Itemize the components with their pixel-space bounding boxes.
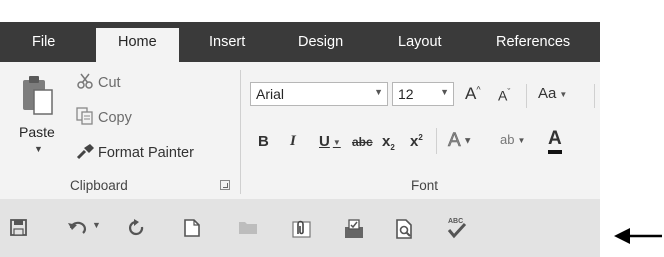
italic-button[interactable]: I <box>290 133 296 150</box>
tab-home[interactable]: Home <box>96 28 179 62</box>
font-size-select[interactable]: 12 ▼ <box>392 82 454 106</box>
word-window: File Home Insert Design Layout Reference… <box>0 0 600 257</box>
copy-icon <box>76 107 98 129</box>
paste-dropdown-icon: ▼ <box>34 144 43 154</box>
paste-icon <box>23 76 53 115</box>
scissors-icon <box>76 72 98 94</box>
paintbrush-icon <box>76 142 98 164</box>
font-name-select[interactable]: Arial ▼ <box>250 82 388 106</box>
tab-file[interactable]: File <box>32 34 55 50</box>
font-group-label: Font <box>411 178 439 193</box>
font-color-button[interactable]: A <box>548 128 562 154</box>
tab-references[interactable]: References <box>496 34 570 50</box>
svg-text:ABC: ABC <box>448 218 463 225</box>
open-folder-icon[interactable] <box>238 219 258 235</box>
print-preview-icon[interactable] <box>395 219 415 239</box>
group-divider <box>240 70 241 194</box>
quick-access-toolbar: ▼ ABC <box>0 199 600 257</box>
chevron-down-icon: ▼ <box>374 87 383 97</box>
tab-design[interactable]: Design <box>298 34 343 50</box>
copy-button[interactable]: Copy <box>76 107 132 129</box>
chevron-down-icon: ▼ <box>517 136 526 146</box>
ribbon-home: Paste ▼ Cut Copy Format Painter Clipboar… <box>0 62 600 199</box>
format-painter-label: Format Painter <box>98 144 194 161</box>
cut-label: Cut <box>98 74 121 91</box>
highlighter-icon: ab <box>500 132 515 147</box>
undo-icon[interactable] <box>67 219 89 237</box>
toolbar-divider <box>526 84 527 108</box>
chevron-down-icon: ▼ <box>440 87 449 97</box>
chevron-down-icon: ▼ <box>463 136 472 146</box>
grow-font-button[interactable]: A^ <box>465 84 481 104</box>
font-size-value: 12 <box>398 86 414 102</box>
ribbon-tab-bar: File Home Insert Design Layout Reference… <box>0 22 600 62</box>
subscript-button[interactable]: x2 <box>382 133 395 152</box>
chevron-down-icon: ▼ <box>332 137 341 147</box>
copy-label: Copy <box>98 109 132 126</box>
toolbar-divider <box>436 128 437 154</box>
tab-layout[interactable]: Layout <box>398 34 442 50</box>
underline-button[interactable]: U ▼ <box>319 133 341 150</box>
save-icon[interactable] <box>10 219 27 236</box>
new-document-icon[interactable] <box>184 219 200 237</box>
strikethrough-button[interactable]: abc <box>352 135 373 149</box>
redo-icon[interactable] <box>128 219 146 237</box>
dialog-launcher-icon[interactable] <box>220 180 230 190</box>
tab-insert[interactable]: Insert <box>209 34 245 50</box>
shrink-font-button[interactable]: Aˇ <box>498 87 510 104</box>
cut-button[interactable]: Cut <box>76 72 121 94</box>
superscript-button[interactable]: x2 <box>410 133 423 150</box>
highlight-button[interactable]: ab ▼ <box>500 132 525 147</box>
font-name-value: Arial <box>256 86 285 102</box>
clipboard-group-label: Clipboard <box>70 178 128 193</box>
spelling-check-icon[interactable]: ABC <box>446 215 468 239</box>
bold-button[interactable]: B <box>258 133 269 150</box>
attach-file-icon[interactable] <box>290 219 312 239</box>
send-icon[interactable] <box>343 219 365 239</box>
text-effects-button[interactable]: A ▼ <box>448 130 472 152</box>
arrow-left-icon <box>614 228 662 244</box>
toolbar-divider <box>594 84 595 108</box>
undo-dropdown-icon[interactable]: ▼ <box>92 220 101 230</box>
paste-label: Paste <box>19 124 55 140</box>
change-case-button[interactable]: Aa ▼ <box>538 85 567 102</box>
format-painter-button[interactable]: Format Painter <box>76 142 194 164</box>
